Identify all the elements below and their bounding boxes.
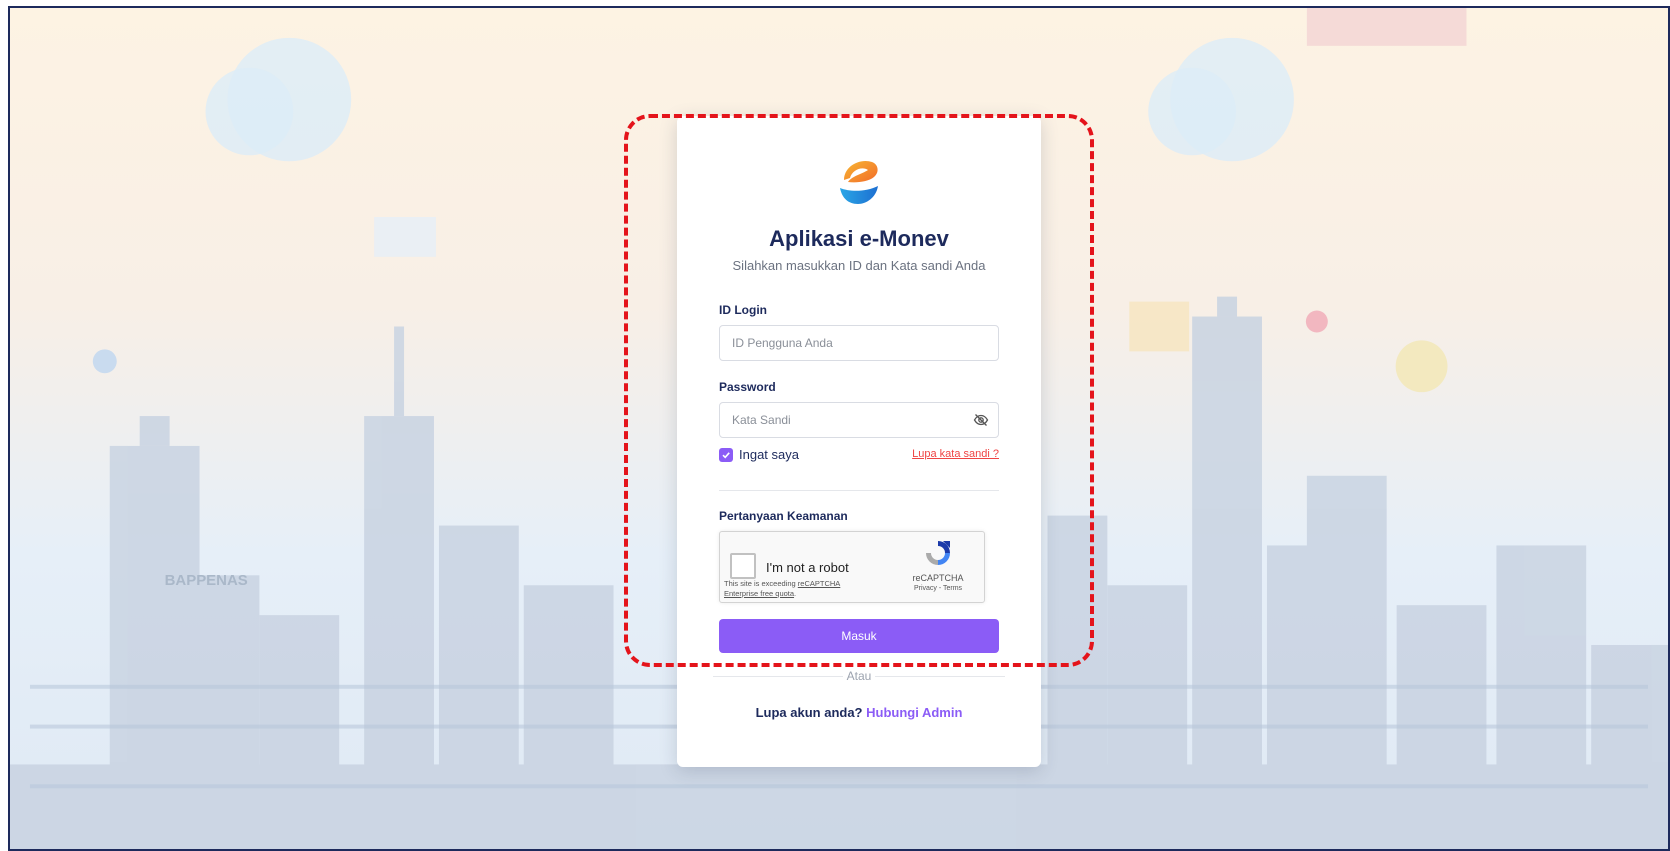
- recaptcha-note-suffix: .: [794, 589, 797, 598]
- recaptcha-checkbox[interactable]: [730, 553, 756, 579]
- bappenas-watermark: BAPPENAS: [165, 572, 248, 589]
- password-label: Password: [719, 380, 776, 394]
- login-card: Aplikasi e-Monev Silahkan masukkan ID da…: [677, 116, 1041, 767]
- forgot-account-row: Lupa akun anda? Hubungi Admin: [677, 705, 1041, 720]
- remember-label: Ingat saya: [739, 447, 799, 462]
- id-login-input[interactable]: [719, 325, 999, 361]
- security-question-label: Pertanyaan Keamanan: [719, 509, 848, 523]
- remember-checkbox[interactable]: [719, 447, 733, 462]
- recaptcha-note-prefix: This site is exceeding: [724, 579, 798, 588]
- recaptcha-terms-link[interactable]: Terms: [943, 585, 962, 592]
- divider: [719, 490, 999, 491]
- id-login-label: ID Login: [719, 303, 767, 317]
- eye-off-icon[interactable]: [973, 412, 989, 428]
- recaptcha-privacy-link[interactable]: Privacy: [914, 585, 937, 592]
- remember-me[interactable]: Ingat saya: [719, 447, 799, 462]
- login-button[interactable]: Masuk: [719, 619, 999, 653]
- app-title: Aplikasi e-Monev: [769, 226, 949, 251]
- forgot-password-link[interactable]: Lupa kata sandi ?: [912, 448, 999, 460]
- recaptcha-quota-note: This site is exceeding reCAPTCHA Enterpr…: [724, 579, 864, 599]
- contact-admin-link[interactable]: Hubungi Admin: [866, 705, 962, 720]
- forgot-account-text: Lupa akun anda?: [755, 705, 863, 720]
- recaptcha-widget: I'm not a robot This site is exceeding r…: [719, 531, 985, 603]
- login-page: BAPPENAS Aplikasi e-Monev Silahkan masuk…: [8, 6, 1670, 851]
- check-icon: [722, 451, 730, 458]
- recaptcha-checkbox-label: I'm not a robot: [766, 560, 849, 575]
- or-separator: Atau: [846, 669, 872, 683]
- recaptcha-logo: [926, 541, 950, 565]
- app-subtitle: Silahkan masukkan ID dan Kata sandi Anda: [732, 258, 986, 273]
- password-input[interactable]: [719, 402, 999, 438]
- e-monev-logo: [840, 160, 878, 204]
- recaptcha-brand: reCAPTCHA: [912, 573, 964, 583]
- recaptcha-links: Privacy - Terms: [896, 585, 980, 592]
